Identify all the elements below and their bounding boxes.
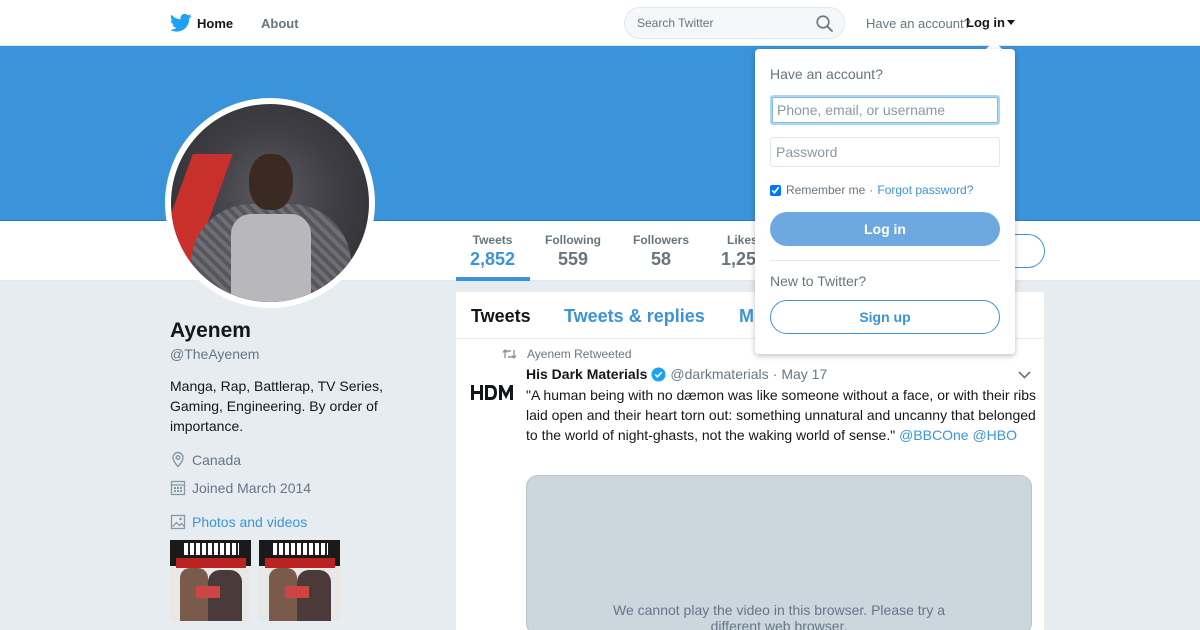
- verified-badge-icon: [651, 367, 666, 381]
- tweet-author-name[interactable]: His Dark Materials: [526, 366, 647, 382]
- stat-tweets[interactable]: Tweets 2,852: [470, 233, 515, 270]
- separator-dot: ·: [772, 366, 778, 382]
- tweet-header: His Dark Materials @darkmaterials · May …: [526, 366, 827, 382]
- retweet-icon: [502, 348, 517, 360]
- stat-likes[interactable]: Likes 1,25: [721, 233, 758, 270]
- nav-home-link[interactable]: Home: [197, 16, 233, 31]
- tweet-options-chevron-icon[interactable]: [1018, 371, 1031, 379]
- search-icon[interactable]: [816, 15, 833, 32]
- stat-value: 2,852: [470, 249, 516, 269]
- search-input[interactable]: [624, 7, 845, 39]
- stat-label: Followers: [633, 233, 690, 247]
- location-pin-icon: [172, 451, 184, 468]
- have-account-text: Have an account?: [866, 16, 971, 31]
- retweeted-by-text[interactable]: Ayenem Retweeted: [527, 347, 632, 361]
- profile-joined: Joined March 2014: [170, 479, 311, 496]
- stat-following[interactable]: Following 559: [545, 233, 601, 270]
- top-nav: Home About Have an account? Log in: [0, 0, 1200, 46]
- avatar-image: [171, 104, 369, 302]
- stat-value: 58: [650, 249, 672, 269]
- hdm-avatar-logo[interactable]: [471, 384, 514, 401]
- login-toggle-label: Log in: [966, 15, 1005, 30]
- login-dropdown: Have an account? Remember me · Forgot pa…: [755, 49, 1015, 354]
- stat-value: 559: [557, 249, 589, 269]
- stat-label: Following: [545, 233, 601, 247]
- twitter-bird-icon[interactable]: [170, 13, 192, 33]
- joined-text: Joined March 2014: [192, 479, 312, 496]
- calendar-icon: [170, 480, 186, 496]
- new-to-twitter-text: New to Twitter?: [770, 273, 867, 289]
- profile-location: Canada: [170, 451, 241, 468]
- stat-followers[interactable]: Followers 58: [633, 233, 689, 270]
- password-field[interactable]: [770, 137, 1000, 167]
- stat-label: Likes: [727, 233, 758, 247]
- location-text: Canada: [192, 451, 242, 468]
- dropdown-title: Have an account?: [770, 66, 883, 82]
- profile-bio: Manga, Rap, Battlerap, TV Series, Gaming…: [170, 378, 383, 434]
- signup-button[interactable]: Sign up: [770, 300, 1000, 334]
- stat-value: 1,25: [721, 249, 757, 269]
- mention-link[interactable]: @HBO: [972, 427, 1017, 443]
- tab-media[interactable]: M: [739, 306, 754, 327]
- remember-me-label[interactable]: Remember me: [786, 183, 865, 197]
- login-button[interactable]: Log in: [770, 212, 1000, 246]
- profile-name[interactable]: Ayenem: [170, 319, 251, 343]
- tweet-date[interactable]: May 17: [781, 366, 827, 382]
- video-unsupported-message: We cannot play the video in this browser…: [612, 602, 946, 630]
- login-dropdown-toggle[interactable]: Log in: [966, 15, 1015, 30]
- photos-label: Photos and videos: [192, 514, 308, 530]
- remember-me-row: Remember me · Forgot password?: [770, 183, 973, 197]
- username-field[interactable]: [770, 95, 1000, 125]
- tab-tweets-replies[interactable]: Tweets & replies: [564, 306, 705, 327]
- tweet-video-placeholder[interactable]: We cannot play the video in this browser…: [526, 475, 1032, 630]
- profile-avatar[interactable]: [165, 98, 375, 308]
- mention-link[interactable]: @BBCOne: [899, 427, 968, 443]
- stat-label: Tweets: [472, 233, 513, 247]
- retweet-context: Ayenem Retweeted: [502, 347, 632, 361]
- remember-me-checkbox[interactable]: [770, 184, 781, 196]
- image-icon: [170, 514, 186, 530]
- nav-about-link[interactable]: About: [261, 16, 299, 31]
- media-thumbnail[interactable]: [170, 540, 251, 621]
- chevron-down-icon: [1007, 20, 1015, 25]
- tweet-text: "A human being with no dæmon was like so…: [526, 385, 1036, 445]
- media-thumbnail[interactable]: [259, 540, 340, 621]
- profile-handle[interactable]: @TheAyenem: [170, 346, 259, 362]
- photos-videos-link[interactable]: Photos and videos: [170, 514, 307, 530]
- separator-dot: ·: [869, 183, 874, 197]
- forgot-password-link[interactable]: Forgot password?: [877, 183, 973, 197]
- active-stat-indicator: [456, 277, 530, 281]
- tweet-author-handle[interactable]: @darkmaterials: [670, 366, 768, 382]
- dropdown-divider: [770, 260, 1000, 261]
- tab-tweets[interactable]: Tweets: [471, 306, 531, 327]
